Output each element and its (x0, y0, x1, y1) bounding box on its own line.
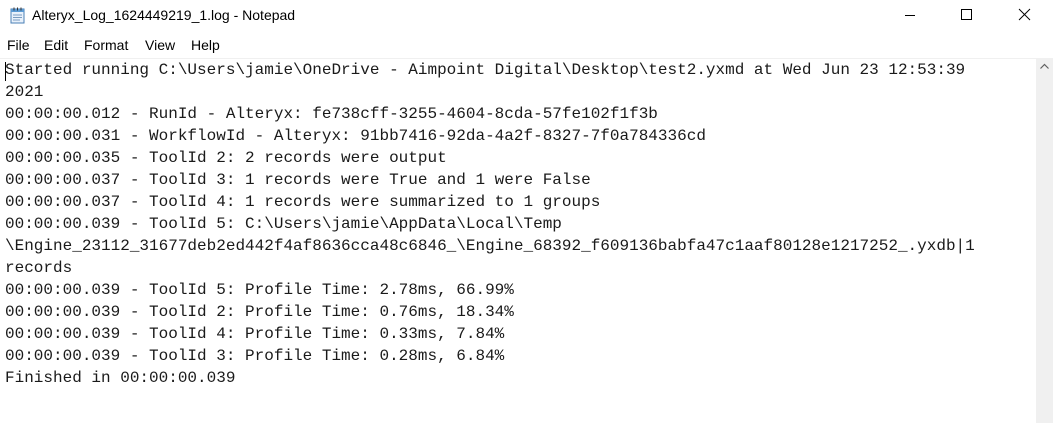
menu-format[interactable]: Format (84, 37, 128, 53)
log-line: 00:00:00.039 - ToolId 2: Profile Time: 0… (5, 303, 514, 321)
text-editor[interactable]: Started running C:\Users\jamie\OneDrive … (0, 58, 1036, 423)
log-line: 00:00:00.037 - ToolId 4: 1 records were … (5, 193, 601, 211)
menu-edit[interactable]: Edit (44, 37, 68, 53)
log-line: 00:00:00.037 - ToolId 3: 1 records were … (5, 171, 591, 189)
vertical-scrollbar[interactable] (1036, 58, 1053, 423)
close-button[interactable] (1001, 0, 1047, 30)
text-caret (5, 62, 6, 81)
log-line: Started running C:\Users\jamie\OneDrive … (5, 61, 966, 79)
log-line: 00:00:00.039 - ToolId 4: Profile Time: 0… (5, 325, 505, 343)
log-line: 00:00:00.039 - ToolId 3: Profile Time: 0… (5, 347, 505, 365)
menu-view[interactable]: View (145, 37, 175, 53)
menu-help[interactable]: Help (191, 37, 220, 53)
menu-bar: File Edit Format View Help (0, 35, 1053, 57)
log-line: 00:00:00.039 - ToolId 5: C:\Users\jamie\… (5, 215, 562, 233)
log-line: 00:00:00.039 - ToolId 5: Profile Time: 2… (5, 281, 514, 299)
log-line: 00:00:00.035 - ToolId 2: 2 records were … (5, 149, 447, 167)
log-line: 2021 (5, 83, 44, 101)
minimize-button[interactable] (887, 0, 933, 30)
log-line: records (5, 259, 73, 277)
log-line: 00:00:00.031 - WorkflowId - Alteryx: 91b… (5, 127, 706, 145)
log-line: Finished in 00:00:00.039 (5, 369, 236, 387)
notepad-window: Alteryx_Log_1624449219_1.log - Notepad F… (0, 0, 1053, 423)
log-line: \Engine_23112_31677deb2ed442f4af8636cca4… (5, 237, 975, 255)
title-bar[interactable]: Alteryx_Log_1624449219_1.log - Notepad (0, 0, 1053, 32)
scroll-up-button[interactable] (1036, 58, 1053, 75)
log-line: 00:00:00.012 - RunId - Alteryx: fe738cff… (5, 105, 658, 123)
notepad-icon (9, 6, 27, 24)
scroll-track[interactable] (1038, 77, 1051, 419)
window-title: Alteryx_Log_1624449219_1.log - Notepad (32, 7, 296, 23)
menu-file[interactable]: File (7, 37, 30, 53)
maximize-button[interactable] (943, 0, 989, 30)
